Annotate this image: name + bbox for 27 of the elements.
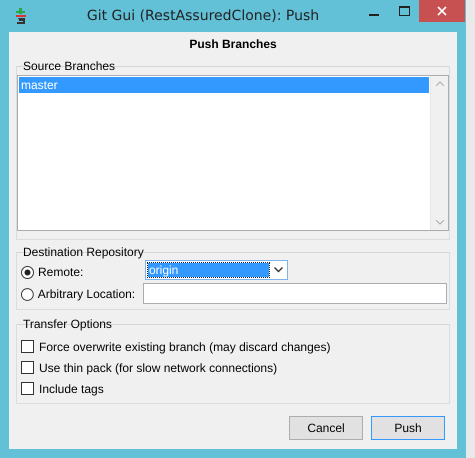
maximize-icon xyxy=(398,6,410,16)
branch-item[interactable]: master xyxy=(19,77,429,93)
radio-label: Arbitrary Location: xyxy=(38,287,136,301)
minimize-icon xyxy=(369,14,379,16)
group-label: Source Branches xyxy=(22,58,116,74)
radio-label: Remote: xyxy=(38,265,84,279)
branch-list[interactable]: master xyxy=(17,75,449,231)
checkbox-label: Use thin pack (for slow network connections) xyxy=(39,360,278,374)
chevron-icon xyxy=(274,267,282,273)
dialog-button[interactable]: Cancel xyxy=(289,416,363,440)
group-label: Transfer Options xyxy=(22,316,113,332)
checkbox-label: Force overwrite existing branch (may discard changes) xyxy=(39,340,330,354)
window-title: Git Gui (RestAssuredClone): Push xyxy=(86,8,320,24)
location-field[interactable] xyxy=(142,282,447,304)
radio-button[interactable] xyxy=(21,288,34,300)
checkbox[interactable] xyxy=(21,361,34,374)
radio-button[interactable] xyxy=(21,266,34,278)
remote-dropdown[interactable]: origin xyxy=(145,260,288,280)
close-icon xyxy=(437,6,447,16)
dialog-button[interactable]: Push xyxy=(371,416,445,440)
dialog-heading: Push Branches xyxy=(188,36,278,52)
checkbox[interactable] xyxy=(21,340,34,353)
close-button[interactable] xyxy=(419,0,465,22)
app-icon xyxy=(15,8,27,24)
checkbox-label: Include tags xyxy=(39,382,104,396)
checkbox[interactable] xyxy=(21,382,34,395)
group-label: Destination Repository xyxy=(22,244,145,260)
